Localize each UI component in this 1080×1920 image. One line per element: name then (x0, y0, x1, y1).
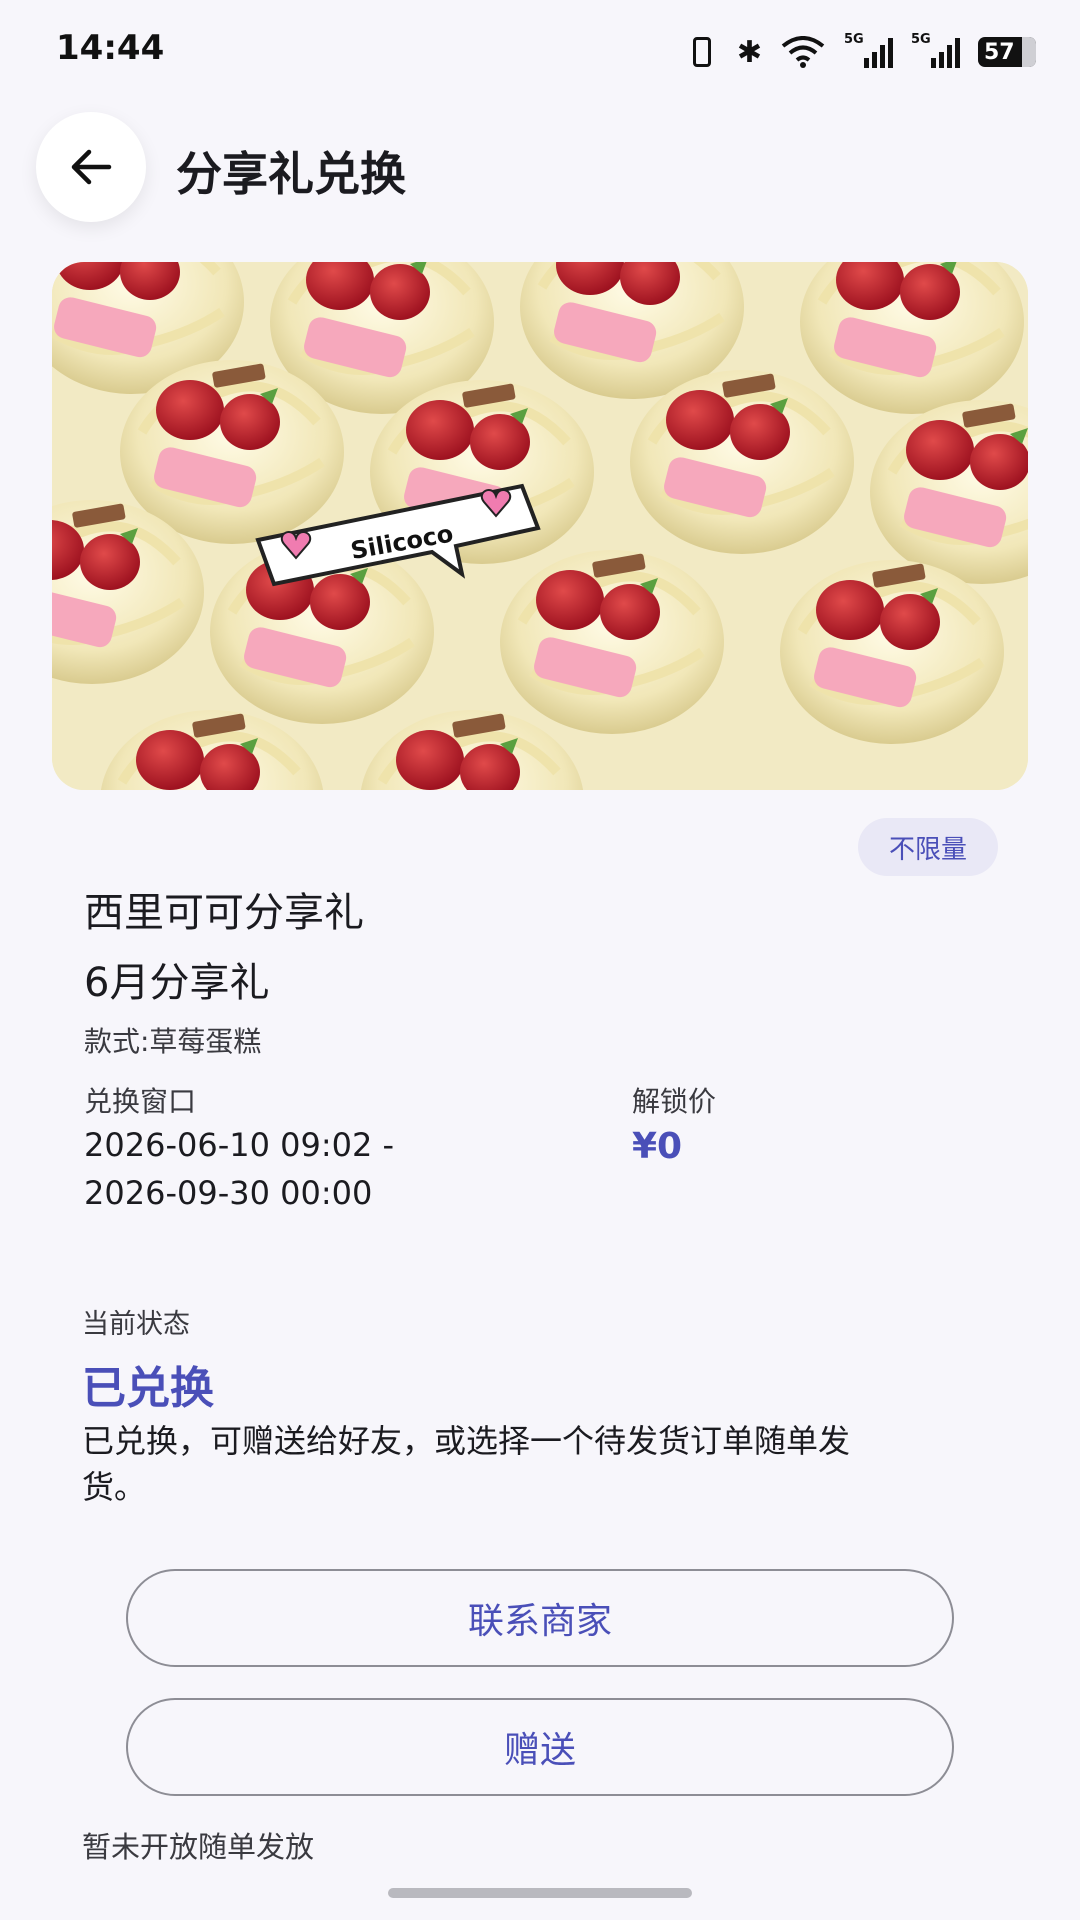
signal-icon: 5G (844, 32, 893, 68)
gift-image: Silicoco (52, 262, 1028, 790)
wifi-icon (780, 34, 826, 70)
status-label: 当前状态 (82, 1309, 190, 1340)
network-type-label: 5G (844, 32, 864, 47)
home-indicator[interactable] (388, 1888, 692, 1898)
battery-level: 57 (984, 39, 1015, 65)
unlock-price-value: ¥0 (632, 1126, 683, 1167)
redeem-window-end: 2026-09-30 00:00 (84, 1174, 373, 1212)
arrow-left-icon (71, 149, 112, 185)
vibrate-icon (685, 34, 719, 70)
redeem-window-label: 兑换窗口 (84, 1085, 197, 1118)
footer-note: 暂未开放随单发放 (82, 1830, 315, 1864)
page-title: 分享礼兑换 (176, 147, 406, 201)
status-description: 已兑换，可赠送给好友，或选择一个待发货订单随单发货。 (82, 1422, 851, 1506)
signal-icon: 5G (911, 32, 960, 68)
quantity-badge: 不限量 (858, 818, 998, 876)
redeem-window-start: 2026-06-10 09:02 - (84, 1126, 395, 1164)
contact-merchant-button[interactable]: 联系商家 (126, 1569, 954, 1667)
gift-style: 款式:草莓蛋糕 (84, 1025, 262, 1058)
network-type-label: 5G (911, 32, 931, 47)
bluetooth-icon: ✱ (736, 34, 762, 70)
status-time: 14:44 (56, 28, 165, 68)
gift-redeem-page: 14:44 ✱ 5G 5G 57 分享礼兑换 Silicoco 不限量 西里可可… (0, 0, 1080, 1920)
status-bar: 14:44 ✱ 5G 5G 57 (0, 0, 1080, 100)
gift-name: 西里可可分享礼 (84, 890, 364, 936)
gift-button[interactable]: 赠送 (126, 1698, 954, 1796)
back-button[interactable] (36, 112, 146, 222)
status-icons: ✱ 5G 5G 57 (685, 32, 1036, 72)
status-value: 已兑换 (82, 1363, 214, 1414)
gift-subtitle: 6月分享礼 (84, 960, 270, 1006)
battery-icon: 57 (978, 37, 1036, 67)
unlock-price-label: 解锁价 (632, 1085, 717, 1118)
